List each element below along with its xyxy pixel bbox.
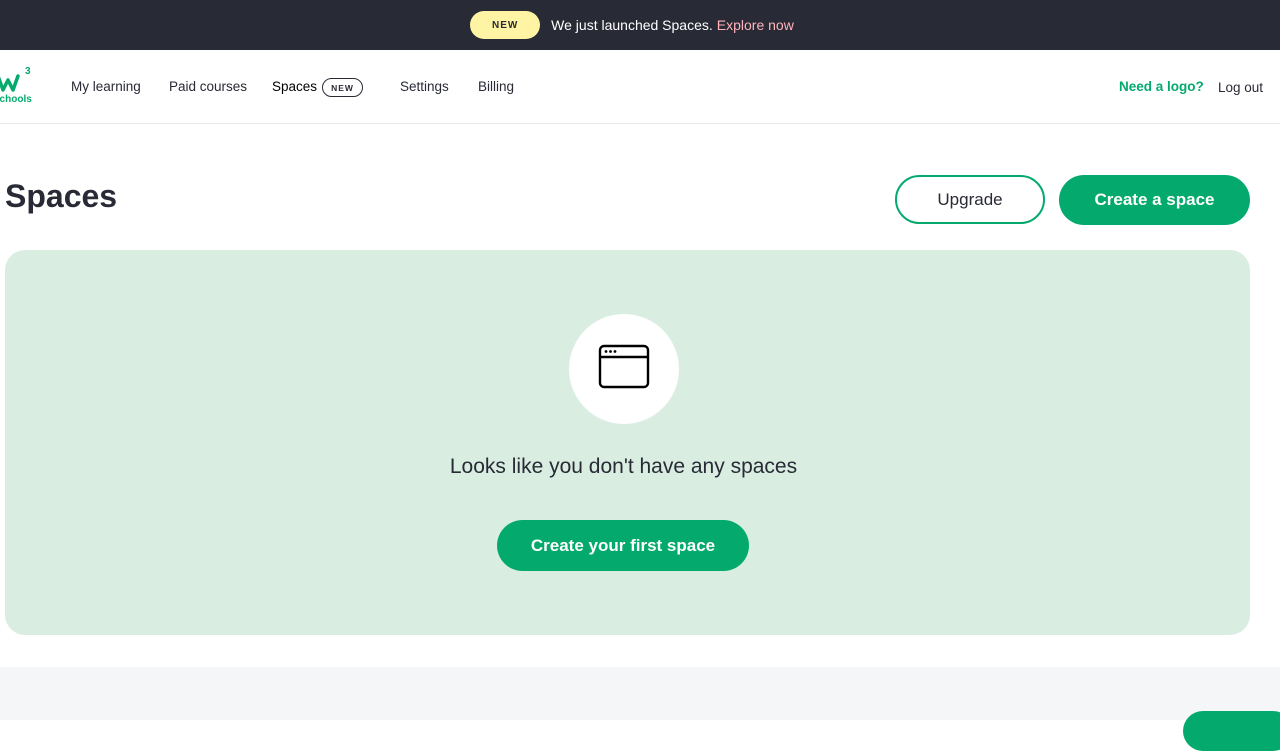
footer-section	[0, 667, 1280, 720]
nav-spaces[interactable]: Spaces	[272, 79, 317, 94]
svg-text:schools: schools	[0, 94, 32, 104]
floating-action-button[interactable]	[1183, 711, 1280, 751]
nav-billing[interactable]: Billing	[478, 79, 514, 94]
announcement-content: NEW We just launched Spaces. Explore now	[470, 11, 794, 39]
nav-settings[interactable]: Settings	[400, 79, 449, 94]
explore-now-link[interactable]: Explore now	[717, 17, 794, 33]
announcement-text: We just launched Spaces.	[551, 17, 713, 33]
create-first-space-button[interactable]: Create your first space	[497, 520, 749, 571]
nav-paid-courses[interactable]: Paid courses	[169, 79, 247, 94]
create-space-button[interactable]: Create a space	[1059, 175, 1250, 225]
page-title: Spaces	[5, 178, 118, 214]
empty-state-icon-circle	[569, 314, 679, 424]
announcement-bar: NEW We just launched Spaces. Explore now	[0, 0, 1280, 50]
empty-state-message: Looks like you don't have any spaces	[449, 455, 798, 478]
need-a-logo-link[interactable]: Need a logo?	[1119, 79, 1204, 94]
empty-state-panel: Looks like you don't have any spaces Cre…	[5, 250, 1250, 635]
svg-text:3: 3	[25, 66, 31, 77]
nav-spaces-new-badge: NEW	[322, 78, 363, 97]
logout-link[interactable]: Log out	[1218, 80, 1263, 95]
browser-window-icon	[598, 344, 650, 395]
top-nav: 3 schools My learning Paid courses Space…	[0, 50, 1280, 124]
w3schools-logo-icon[interactable]: 3 schools	[0, 64, 40, 105]
nav-my-learning[interactable]: My learning	[71, 79, 141, 94]
upgrade-button[interactable]: Upgrade	[895, 175, 1045, 224]
announcement-new-badge: NEW	[470, 11, 541, 39]
